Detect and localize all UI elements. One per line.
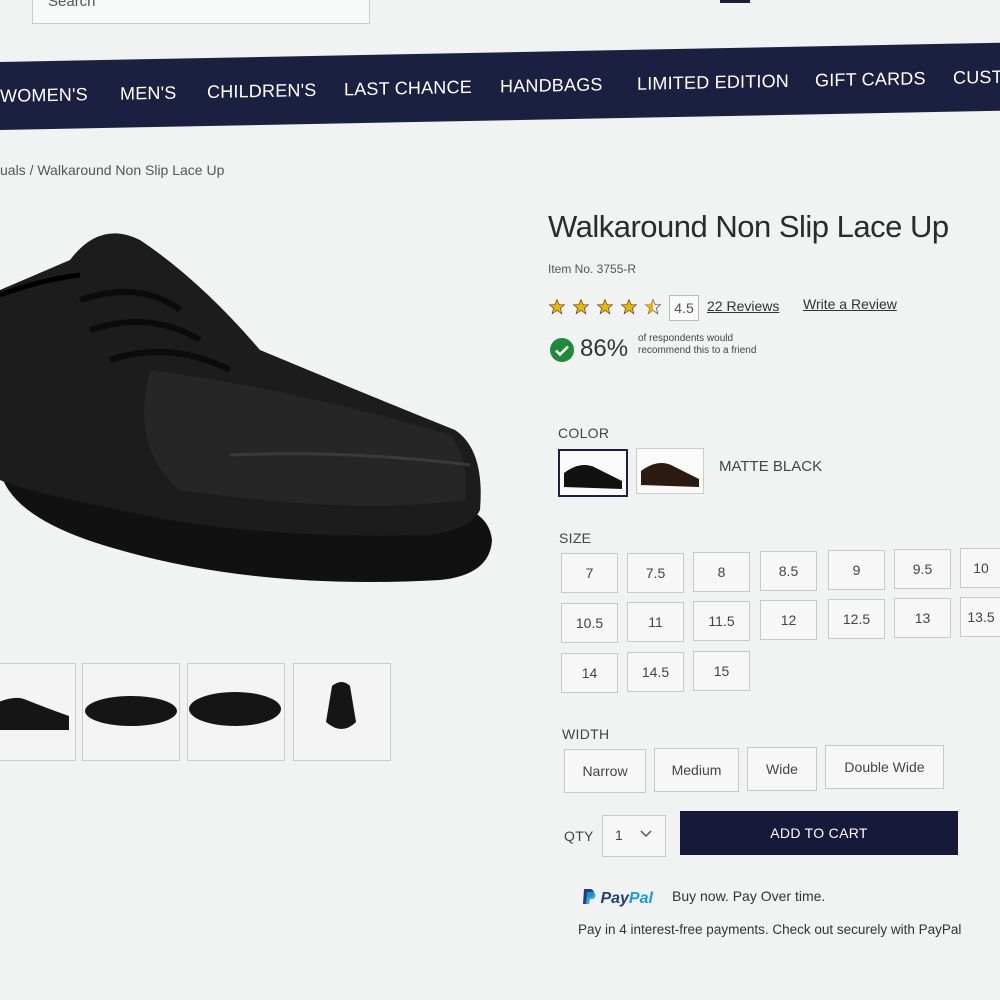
- nav-womens[interactable]: WOMEN'S: [0, 60, 88, 130]
- recommend-note: of respondents would recommend this to a…: [638, 333, 757, 356]
- shoe-swatch-icon: [564, 465, 622, 489]
- chevron-down-icon: [640, 830, 652, 838]
- size-option-7[interactable]: 7: [561, 553, 618, 593]
- header-accent: [720, 0, 750, 3]
- width-option-medium[interactable]: Medium: [654, 748, 739, 792]
- size-option-14[interactable]: 14: [561, 653, 618, 693]
- qty-select[interactable]: 1: [602, 815, 666, 857]
- size-option-13-5[interactable]: 13.5: [960, 597, 1000, 637]
- size-option-7-5[interactable]: 7.5: [627, 553, 684, 593]
- size-option-9[interactable]: 9: [828, 550, 885, 590]
- color-label: COLOR: [558, 425, 610, 441]
- star-icon: [572, 298, 590, 315]
- size-option-12[interactable]: 12: [760, 600, 817, 640]
- width-option-double-wide[interactable]: Double Wide: [825, 745, 944, 789]
- breadcrumb[interactable]: uals / Walkaround Non Slip Lace Up: [0, 162, 224, 178]
- star-icon: [620, 298, 638, 315]
- size-option-11-5[interactable]: 11.5: [693, 601, 750, 641]
- qty-label: QTY: [564, 828, 594, 844]
- color-swatch-matte-black[interactable]: [558, 449, 628, 497]
- shoe-top-thumbnail-icon: [189, 692, 281, 726]
- size-option-8[interactable]: 8: [693, 552, 750, 592]
- qty-value: 1: [615, 827, 623, 843]
- thumbnail-top[interactable]: [187, 663, 285, 761]
- width-option-wide[interactable]: Wide: [747, 747, 817, 791]
- recommend-percent: 86%: [580, 335, 629, 362]
- shoe-sole-thumbnail-icon: [85, 696, 177, 726]
- rating-stars: [548, 298, 662, 316]
- rating-value: 4.5: [669, 295, 699, 321]
- paypal-brand-pay: Pay: [600, 890, 629, 907]
- product-main-image: [0, 233, 492, 582]
- write-review-link[interactable]: Write a Review: [803, 296, 897, 312]
- size-option-10-5[interactable]: 10.5: [561, 603, 618, 643]
- size-option-15[interactable]: 15: [693, 651, 750, 691]
- paypal-tagline: Buy now. Pay Over time.: [672, 888, 826, 904]
- star-icon: [548, 298, 566, 315]
- nav-mens[interactable]: MEN'S: [120, 59, 176, 128]
- thumbnail-back[interactable]: [293, 663, 391, 761]
- reviews-link[interactable]: 22 Reviews: [707, 298, 779, 314]
- nav-childrens[interactable]: CHILDREN'S: [207, 56, 316, 126]
- selected-color-name: MATTE BLACK: [719, 458, 823, 475]
- color-swatch-brown[interactable]: [636, 448, 704, 494]
- width-label: WIDTH: [562, 726, 610, 742]
- nav-handbags[interactable]: HANDBAGS: [500, 50, 603, 120]
- check-circle-icon: [550, 338, 574, 362]
- shoe-thumbnail-icon: [0, 697, 69, 730]
- shoe-swatch-icon: [641, 463, 699, 487]
- size-option-8-5[interactable]: 8.5: [760, 551, 817, 591]
- half-star-icon: [644, 298, 662, 315]
- shoe-back-thumbnail-icon: [326, 682, 356, 729]
- nav-limited-edition[interactable]: LIMITED EDITION: [637, 47, 789, 118]
- thumbnail-side[interactable]: [0, 663, 76, 761]
- size-option-12-5[interactable]: 12.5: [828, 599, 885, 639]
- item-number: Item No. 3755-R: [548, 262, 637, 276]
- size-option-13[interactable]: 13: [894, 598, 951, 638]
- paypal-logo: PayPal: [582, 888, 653, 908]
- nav-customer[interactable]: CUST: [953, 43, 1000, 112]
- paypal-icon: [583, 889, 596, 904]
- star-icon: [596, 298, 614, 315]
- paypal-subtext: Pay in 4 interest-free payments. Check o…: [578, 922, 962, 937]
- product-title: Walkaround Non Slip Lace Up: [548, 209, 949, 244]
- size-option-9-5[interactable]: 9.5: [894, 549, 951, 589]
- paypal-brand-pal: Pal: [628, 890, 653, 907]
- size-option-14-5[interactable]: 14.5: [627, 652, 684, 692]
- search-placeholder: Search: [48, 0, 96, 10]
- size-option-10[interactable]: 10: [960, 548, 1000, 588]
- width-option-narrow[interactable]: Narrow: [564, 749, 646, 793]
- nav-last-chance[interactable]: LAST CHANCE: [344, 53, 472, 123]
- size-label: SIZE: [559, 530, 592, 546]
- main-nav: WOMEN'S MEN'S CHILDREN'S LAST CHANCE HAN…: [0, 42, 1000, 130]
- add-to-cart-button[interactable]: ADD TO CART: [680, 811, 958, 855]
- nav-gift-cards[interactable]: GIFT CARDS: [815, 44, 926, 114]
- thumbnail-bottom[interactable]: [82, 663, 180, 761]
- search-input[interactable]: Search: [32, 0, 370, 24]
- size-option-11[interactable]: 11: [627, 602, 684, 642]
